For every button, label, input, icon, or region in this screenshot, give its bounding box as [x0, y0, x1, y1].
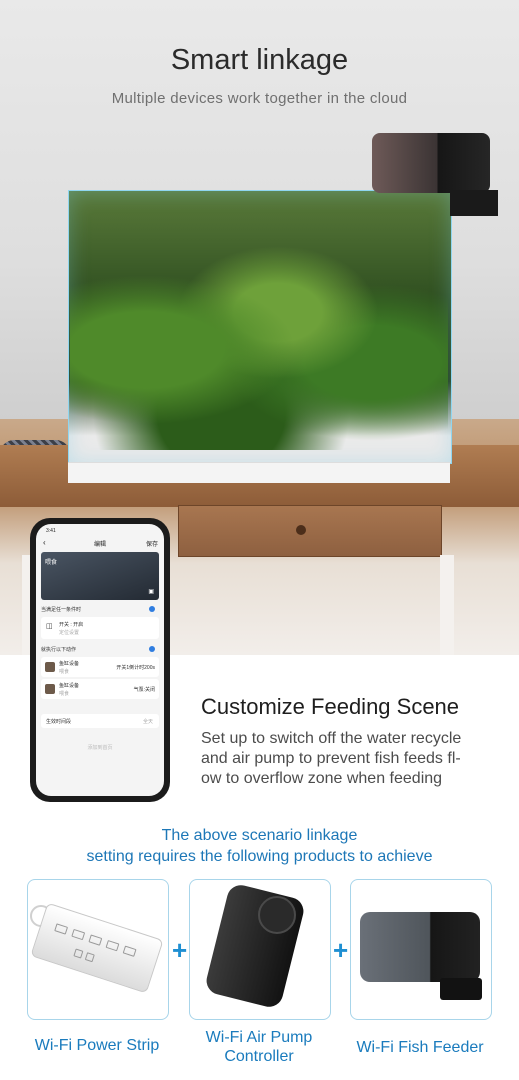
scene-cover-card[interactable]: 喂食 ▣ — [41, 552, 159, 600]
add-action-icon[interactable] — [149, 646, 155, 652]
effective-time-row[interactable]: 生效时间段 全天 — [41, 714, 159, 728]
socket — [122, 945, 137, 957]
drawer-knob — [296, 525, 306, 535]
scene-description-line: Set up to switch off the water recycle — [201, 730, 462, 747]
usb-port — [84, 952, 95, 963]
phone-title: 编辑 — [93, 542, 106, 548]
product-label-power-strip: Wi-Fi Power Strip — [34, 1037, 160, 1054]
action-row[interactable]: 鱼缸设备 喂食 开关1倒计时200s — [41, 657, 159, 677]
mounted-fish-feeder — [372, 133, 490, 193]
hero-subtitle: Multiple devices work together in the cl… — [111, 90, 408, 107]
condition-label: 开关 : 开启 — [59, 622, 84, 628]
scene-name: 喂食 — [45, 560, 58, 566]
desk-drawer — [178, 505, 442, 557]
plus-icon: + — [333, 935, 349, 965]
add-condition-icon[interactable] — [149, 606, 155, 612]
scene-description-line: and air pump to prevent fish feeds fl- — [201, 750, 461, 767]
aquarium-base — [68, 462, 450, 483]
condition-row[interactable]: ◫ 开关 : 开启 定位设置 — [41, 617, 159, 639]
socket — [88, 934, 103, 946]
feeder-clamp — [450, 190, 498, 216]
effective-time-value: 全天 — [142, 719, 153, 725]
scene-description-line: ow to overflow zone when feeding — [201, 770, 443, 787]
action-device-name: 鱼缸设备 — [59, 661, 80, 667]
product-label-line: Wi-Fi Air Pump — [205, 1029, 313, 1046]
image-icon[interactable]: ▣ — [148, 588, 154, 595]
action-header: 就执行以下动作 — [41, 647, 77, 653]
device-thumbnail — [45, 662, 55, 672]
phone-header: ‹ 编辑 保存 — [36, 536, 164, 550]
desk-leg — [440, 555, 454, 655]
action-device-sub: 喂食 — [59, 669, 70, 675]
aquarium-plants — [70, 200, 448, 450]
requirement-line: setting requires the following products … — [86, 848, 433, 865]
action-device-sub: 喂食 — [59, 691, 70, 697]
effective-time-label: 生效时间段 — [46, 719, 72, 725]
fish-feeder-image — [360, 912, 480, 982]
scene-description: Set up to switch off the water recycle a… — [201, 729, 501, 789]
save-button[interactable]: 保存 — [146, 539, 158, 548]
socket — [54, 923, 69, 935]
condition-sublabel: 定位设置 — [59, 630, 80, 636]
action-device-name: 鱼缸设备 — [59, 683, 80, 689]
add-to-home-link[interactable]: 添加到首页 — [36, 744, 164, 751]
action-value: 气泵:关闭 — [133, 687, 155, 693]
phone-status-time: 3:41 — [46, 528, 56, 534]
action-row[interactable]: 鱼缸设备 喂食 气泵:关闭 — [41, 679, 159, 699]
device-thumbnail — [45, 684, 55, 694]
product-label-air-pump: Wi-Fi Air Pump Controller — [184, 1028, 334, 1066]
feeder-mount — [440, 978, 482, 1000]
switch-icon: ◫ — [46, 623, 53, 630]
socket — [71, 928, 86, 941]
product-label-line: Controller — [224, 1048, 294, 1065]
requirement-text: The above scenario linkage setting requi… — [0, 825, 519, 867]
condition-header: 当满足任一条件时 — [41, 607, 82, 613]
product-label-fish-feeder: Wi-Fi Fish Feeder — [356, 1039, 484, 1056]
phone-screen: 3:41 ‹ 编辑 保存 喂食 ▣ 当满足任一条件时 ◫ 开关 : 开启 定位设… — [36, 524, 164, 796]
action-value: 开关1倒计时200s — [116, 665, 155, 671]
requirement-line: The above scenario linkage — [161, 827, 358, 844]
usb-port — [73, 948, 84, 959]
hero-title: Smart linkage — [170, 44, 349, 76]
plus-icon: + — [172, 935, 188, 965]
socket — [105, 940, 120, 952]
pump-socket — [258, 896, 296, 934]
scene-title: Customize Feeding Scene — [201, 694, 460, 719]
